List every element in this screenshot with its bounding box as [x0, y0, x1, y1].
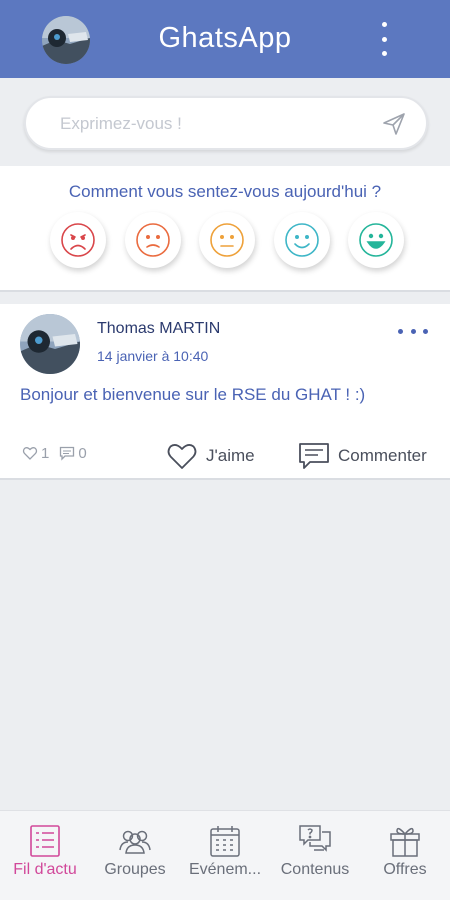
nav-events[interactable]: Evénem...	[180, 811, 270, 900]
post-text: Bonjour et bienvenue sur le RSE du GHAT …	[20, 385, 366, 404]
send-icon[interactable]	[380, 110, 408, 138]
contents-icon	[299, 825, 331, 852]
sad-face-icon[interactable]	[124, 212, 181, 268]
mood-faces	[50, 212, 404, 272]
mood-question: Comment vous sentez-vous aujourd'hui ?	[68, 182, 382, 201]
neutral-face-icon[interactable]	[199, 212, 255, 268]
overflow-menu-icon[interactable]	[368, 18, 400, 60]
mood-panel: Comment vous sentez-vous aujourd'hui ?	[0, 166, 450, 292]
comment-icon	[299, 443, 329, 469]
app-header: GhatsApp	[0, 0, 450, 78]
calendar-icon	[210, 826, 240, 857]
nav-contents-label: Contenus	[280, 861, 350, 878]
likes-count: 1	[41, 444, 50, 462]
post-author[interactable]: Thomas MARTIN	[97, 320, 220, 338]
newsfeed-icon	[30, 825, 60, 857]
post-card: Thomas MARTIN 14 janvier à 10:40 Bonjour…	[0, 304, 450, 480]
like-button[interactable]: J'aime	[166, 440, 255, 472]
nav-offers[interactable]: Offres	[360, 811, 450, 900]
heart-small-icon	[22, 447, 38, 460]
nav-contents[interactable]: Contenus	[270, 811, 360, 900]
comment-small-icon	[60, 446, 75, 461]
post-more-icon[interactable]	[398, 326, 428, 336]
bottom-navigation: Fil d'actu Groupes Evénem... Contenus Of…	[0, 810, 450, 900]
nav-newsfeed[interactable]: Fil d'actu	[0, 811, 90, 900]
post-input[interactable]	[60, 112, 360, 136]
nav-groups-label: Groupes	[104, 861, 166, 878]
nav-offers-label: Offres	[383, 861, 427, 878]
comments-count: 0	[78, 444, 87, 462]
very-happy-face-icon[interactable]	[348, 212, 404, 268]
comment-button[interactable]: Commenter	[298, 440, 427, 472]
post-stats: 1 0	[22, 443, 97, 463]
happy-face-icon[interactable]	[273, 212, 330, 268]
like-label: J'aime	[206, 446, 255, 465]
groups-icon	[119, 830, 151, 854]
post-composer[interactable]	[24, 96, 428, 150]
comment-label: Commenter	[338, 446, 427, 465]
author-avatar[interactable]	[20, 314, 80, 374]
gift-icon	[390, 827, 420, 857]
nav-newsfeed-label: Fil d'actu	[13, 861, 77, 878]
nav-groups[interactable]: Groupes	[90, 811, 180, 900]
nav-events-label: Evénem...	[188, 861, 262, 878]
very-sad-face-icon[interactable]	[50, 212, 106, 268]
post-date: 14 janvier à 10:40	[97, 348, 209, 364]
heart-icon	[167, 444, 197, 469]
